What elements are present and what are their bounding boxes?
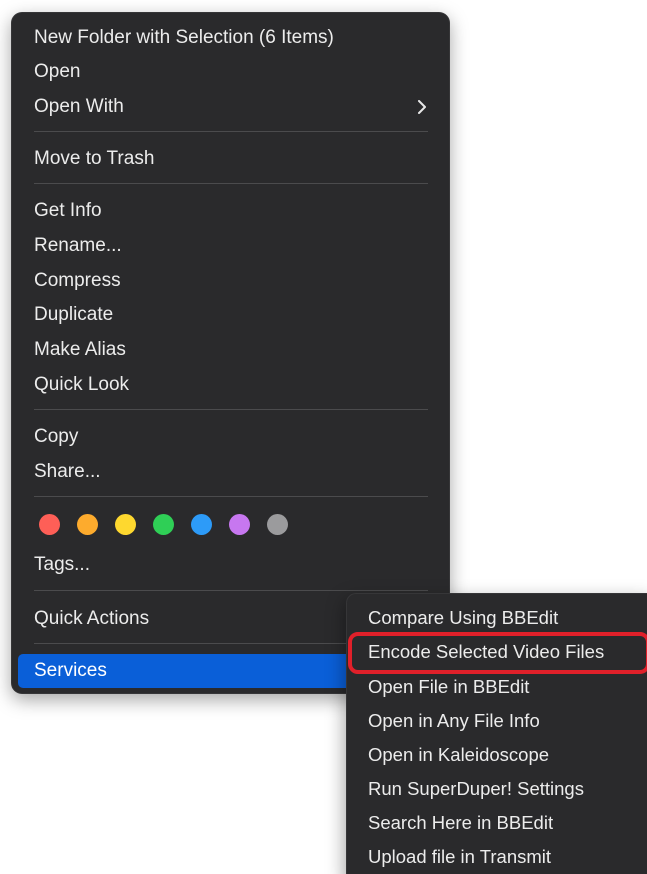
tag-red-dot[interactable] (39, 514, 60, 535)
tag-orange-dot[interactable] (77, 514, 98, 535)
menu-item-duplicate[interactable]: Duplicate (18, 298, 443, 332)
tag-purple-dot[interactable] (229, 514, 250, 535)
menu-item-open-with[interactable]: Open With (18, 90, 443, 124)
menu-item-new-folder-with-selection[interactable]: New Folder with Selection (6 Items) (18, 21, 443, 55)
services-submenu: Compare Using BBEdit Encode Selected Vid… (346, 593, 647, 874)
menu-item-share[interactable]: Share... (18, 455, 443, 489)
menu-item-compress[interactable]: Compress (18, 264, 443, 298)
submenu-item-compare-using-bbedit[interactable]: Compare Using BBEdit (352, 601, 647, 635)
submenu-item-upload-file-in-transmit[interactable]: Upload file in Transmit (352, 840, 647, 874)
menu-item-open[interactable]: Open (18, 55, 443, 89)
menu-item-tags[interactable]: Tags... (18, 548, 443, 582)
menu-item-get-info[interactable]: Get Info (18, 194, 443, 228)
menu-item-open-with-label: Open With (34, 96, 124, 117)
menu-item-make-alias[interactable]: Make Alias (18, 333, 443, 367)
submenu-item-open-file-in-bbedit[interactable]: Open File in BBEdit (352, 670, 647, 704)
submenu-item-run-superduper-settings[interactable]: Run SuperDuper! Settings (352, 772, 647, 806)
menu-separator (34, 496, 428, 497)
menu-separator (34, 183, 428, 184)
menu-separator (34, 131, 428, 132)
submenu-item-encode-selected-video-files[interactable]: Encode Selected Video Files (352, 635, 647, 669)
submenu-item-open-in-kaleidoscope[interactable]: Open in Kaleidoscope (352, 738, 647, 772)
tag-gray-dot[interactable] (267, 514, 288, 535)
menu-item-quick-look[interactable]: Quick Look (18, 368, 443, 402)
chevron-right-icon (417, 90, 427, 124)
submenu-item-open-in-any-file-info[interactable]: Open in Any File Info (352, 704, 647, 738)
context-menu: New Folder with Selection (6 Items) Open… (11, 12, 450, 694)
submenu-item-search-here-in-bbedit[interactable]: Search Here in BBEdit (352, 806, 647, 840)
tag-yellow-dot[interactable] (115, 514, 136, 535)
screen: New Folder with Selection (6 Items) Open… (0, 0, 647, 874)
menu-item-rename[interactable]: Rename... (18, 229, 443, 263)
menu-item-move-to-trash[interactable]: Move to Trash (18, 142, 443, 176)
tag-green-dot[interactable] (153, 514, 174, 535)
menu-separator (34, 409, 428, 410)
menu-item-copy[interactable]: Copy (18, 420, 443, 454)
tag-blue-dot[interactable] (191, 514, 212, 535)
menu-separator (34, 590, 428, 591)
